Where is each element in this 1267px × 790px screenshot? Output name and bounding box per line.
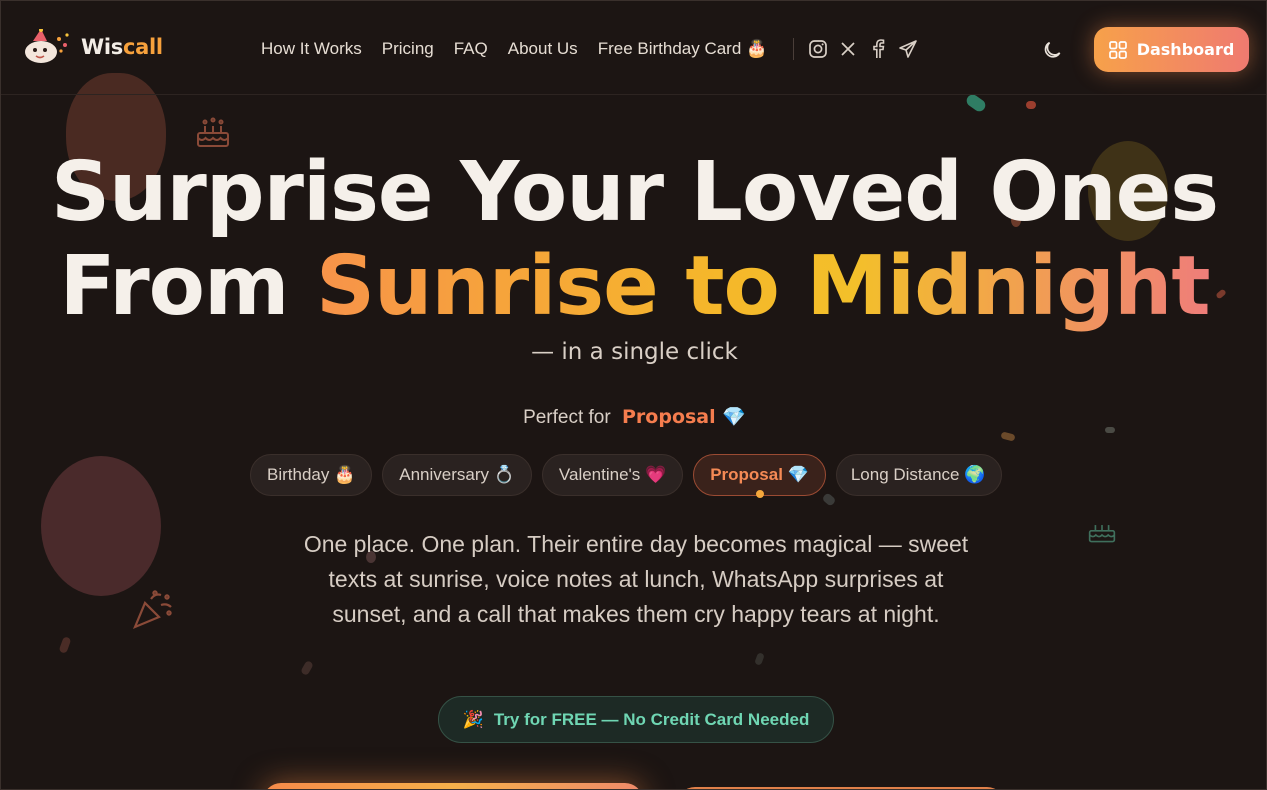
cake-icon [197,117,229,147]
hero-tagline: — in a single click [531,339,738,365]
dashboard-button[interactable]: Dashboard [1094,27,1249,72]
perfect-for-occasion: Proposal 💎 [622,406,746,428]
hero-title-line1: Surprise Your Loved Ones [50,145,1219,240]
main-nav: How It Works Pricing FAQ About Us Free B… [261,38,928,60]
party-popper-icon [132,590,172,630]
page-frame: Wiscall How It Works Pricing FAQ About U… [0,0,1267,790]
social-links [808,39,928,59]
telegram-send-icon[interactable] [898,39,918,59]
nav-link-about-us[interactable]: About Us [508,39,578,59]
brand-logo[interactable]: Wiscall [23,28,163,65]
chip-valentines[interactable]: Valentine's 💗 [541,454,684,496]
nav-divider [793,38,795,60]
grid-icon [1108,40,1127,59]
hero-description: One place. One plan. Their entire day be… [303,531,969,627]
chip-birthday[interactable]: Birthday 🎂 [250,454,373,496]
confetti [58,636,72,654]
perfect-for-prefix: Perfect for [523,407,611,428]
chip-long-distance[interactable]: Long Distance 🌍 [835,454,1003,496]
brand-name: Wiscall [81,35,163,59]
x-twitter-icon[interactable] [838,39,858,59]
confetti [964,92,988,114]
chip-anniversary[interactable]: Anniversary 💍 [382,454,532,496]
dashboard-button-label: Dashboard [1136,40,1235,59]
instagram-icon[interactable] [808,39,828,59]
cake-icon [1088,525,1116,543]
nav-link-how-it-works[interactable]: How It Works [261,39,362,59]
primary-cta-button[interactable] [263,783,643,789]
hero-title-line2: From Sunrise to Midnight [59,239,1211,334]
nav-link-pricing[interactable]: Pricing [382,39,434,59]
hero-title-gradient-text: Sunrise to Midnight [315,239,1211,334]
logo-mascot-icon [23,28,73,65]
try-free-label: Try for FREE — No Credit Card Needed [493,709,810,729]
confetti [300,659,314,677]
confetti [1026,101,1036,109]
try-free-button[interactable]: 🎉 Try for FREE — No Credit Card Needed [438,696,834,743]
nav-link-faq[interactable]: FAQ [454,39,488,59]
perfect-for-line: Perfect for Proposal 💎 [1,405,1266,429]
chip-proposal-active[interactable]: Proposal 💎 [693,454,826,496]
occasion-chips: Birthday 🎂 Anniversary 💍 Valentine's 💗 P… [250,454,1012,496]
party-emoji-icon: 🎉 [462,709,484,729]
site-header: Wiscall How It Works Pricing FAQ About U… [1,1,1266,95]
theme-toggle-moon-icon[interactable] [1043,38,1065,60]
nav-link-free-birthday-card[interactable]: Free Birthday Card 🎂 [598,39,768,59]
facebook-icon[interactable] [868,39,888,59]
confetti [1000,431,1016,442]
confetti [754,652,765,666]
decor-blob [41,456,161,596]
